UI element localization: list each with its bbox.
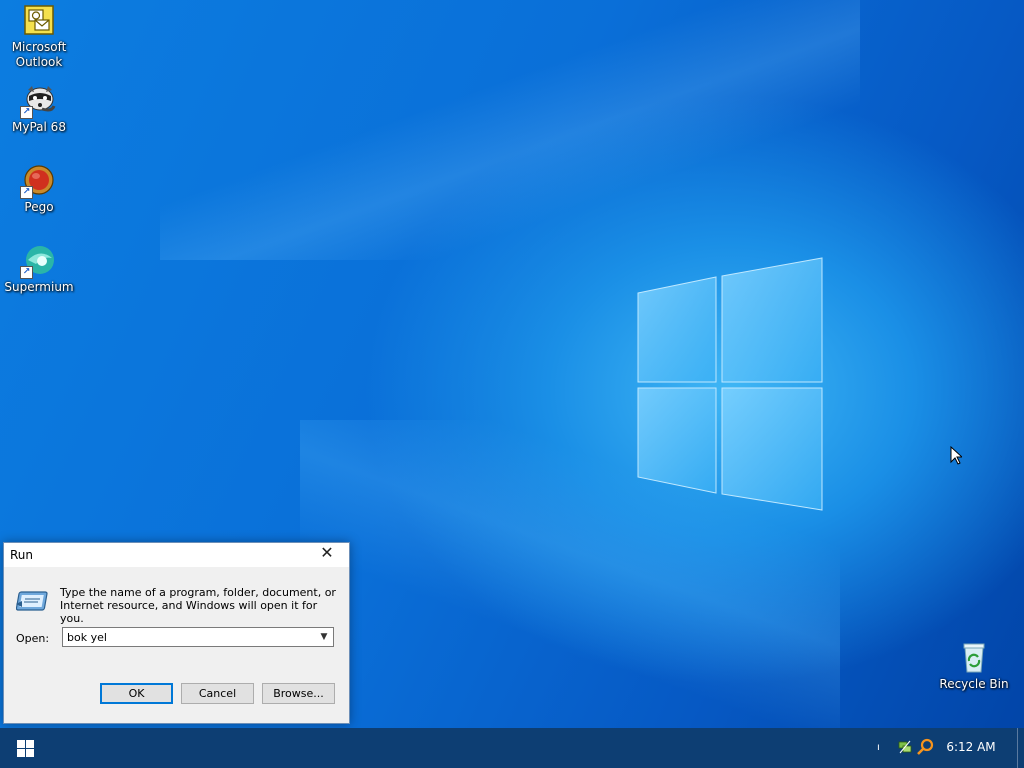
- pego-icon: ↗: [20, 164, 56, 199]
- show-desktop-button[interactable]: [1017, 728, 1024, 768]
- search-icon[interactable]: [916, 738, 934, 756]
- chevron-down-icon[interactable]: ▼: [315, 628, 333, 646]
- run-description: Type the name of a program, folder, docu…: [60, 586, 336, 625]
- taskbar: ı 6:12 AM: [0, 728, 1024, 768]
- recycle-bin-icon: [957, 641, 991, 675]
- close-icon[interactable]: ✕: [305, 543, 349, 565]
- cancel-button[interactable]: Cancel: [181, 683, 254, 704]
- browse-button[interactable]: Browse...: [262, 683, 335, 704]
- open-label: Open:: [16, 632, 50, 645]
- desktop-icon-label: Microsoft Outlook: [11, 40, 67, 69]
- desktop-icon-label: Recycle Bin: [939, 677, 1009, 691]
- shortcut-arrow-icon: ↗: [20, 186, 33, 199]
- shortcut-arrow-icon: ↗: [20, 266, 33, 279]
- desktop-icon-pego[interactable]: ↗ Pego: [1, 164, 77, 215]
- run-app-icon: [15, 588, 50, 614]
- run-dialog-title: Run: [10, 548, 34, 562]
- run-titlebar[interactable]: Run ✕: [4, 543, 349, 567]
- start-button[interactable]: [0, 728, 48, 768]
- desktop-icon-label: Pego: [24, 200, 54, 214]
- desktop-icon-mypal-68[interactable]: ↗ MyPal 68: [1, 84, 77, 135]
- windows-logo-wallpaper: [637, 257, 823, 511]
- outlook-icon: [22, 4, 56, 38]
- open-combobox[interactable]: ▼: [62, 627, 334, 647]
- desktop-icon-label: Supermium: [4, 280, 74, 294]
- mouse-cursor-icon: [950, 446, 962, 465]
- taskbar-clock[interactable]: 6:12 AM: [940, 740, 1002, 754]
- desktop-icon-supermium[interactable]: ↗ Supermium: [1, 244, 77, 295]
- windows-start-icon: [17, 740, 34, 757]
- desktop-icon-label: MyPal 68: [12, 120, 66, 134]
- desktop-icon-microsoft-outlook[interactable]: Microsoft Outlook: [1, 4, 77, 70]
- run-dialog[interactable]: Run ✕ Type the name of a program, folder…: [3, 542, 350, 724]
- mypal-raccoon-icon: ↗: [20, 84, 56, 119]
- tray-overflow-icon[interactable]: ı: [877, 742, 883, 756]
- network-icon[interactable]: [897, 739, 913, 755]
- supermium-icon: ↗: [20, 244, 56, 279]
- light-beam: [160, 0, 860, 260]
- desktop[interactable]: Microsoft Outlook ↗ MyPal 68 ↗ Pego ↗ Su…: [0, 0, 1024, 728]
- shortcut-arrow-icon: ↗: [20, 106, 33, 119]
- ok-button[interactable]: OK: [100, 683, 173, 704]
- open-input[interactable]: [63, 628, 315, 646]
- desktop-icon-recycle-bin[interactable]: Recycle Bin: [936, 641, 1012, 692]
